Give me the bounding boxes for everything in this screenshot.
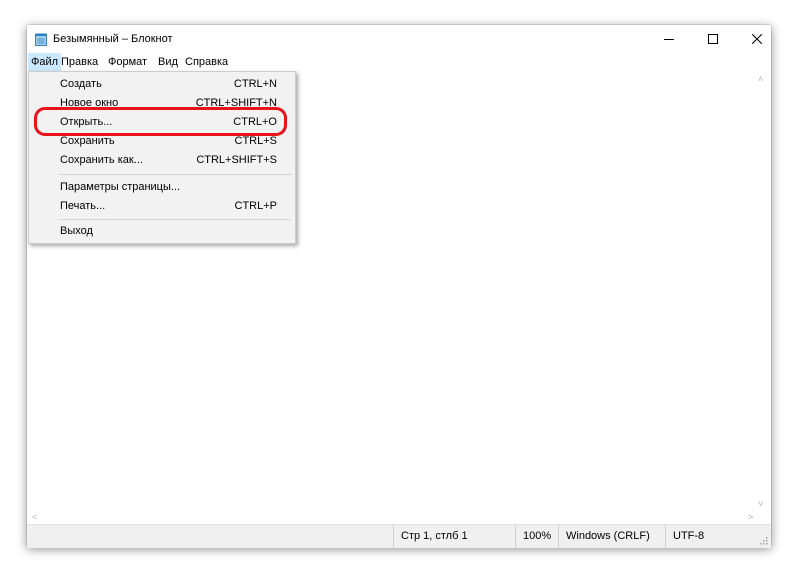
menu-item-save-as[interactable]: Сохранить как... CTRL+SHIFT+S [31,151,293,170]
minimize-icon [664,39,674,41]
window-title: Безымянный – Блокнот [53,33,173,45]
menu-item-exit[interactable]: Выход [31,222,293,241]
menu-item-label: Сохранить как... [60,154,143,166]
open-highlight-outline [34,107,287,136]
menu-item-label: Параметры страницы... [60,181,181,193]
vertical-scrollbar[interactable]: ˄ ˅ [754,71,771,512]
maximize-button[interactable] [691,25,735,53]
notepad-icon [35,33,47,46]
status-position: Стр 1, стлб 1 [393,525,468,548]
scroll-right-icon[interactable]: > [748,512,753,522]
maximize-icon [708,34,718,45]
menu-item-page-setup[interactable]: Параметры страницы... [31,178,293,197]
menu-item-shortcut: CTRL+P [234,200,278,212]
menu-help[interactable]: Справка [182,53,231,71]
menu-item-new[interactable]: Создать CTRL+N [31,75,293,94]
status-encoding: UTF-8 [665,525,704,548]
menu-edit[interactable]: Правка [58,53,101,71]
menu-item-label: Печать... [60,200,106,212]
close-button[interactable] [735,25,779,53]
menu-separator [59,174,291,175]
menu-item-shortcut: CTRL+N [233,78,277,90]
menu-item-label: Создать [60,78,102,90]
menu-format[interactable]: Формат [105,53,150,71]
scroll-left-icon[interactable]: < [32,512,37,522]
menu-item-print[interactable]: Печать... CTRL+P [31,197,293,216]
minimize-button[interactable] [647,25,691,53]
menu-bar: Файл Правка Формат Вид Справка [27,53,771,71]
menu-item-label: Выход [60,225,93,237]
scroll-up-icon[interactable]: ˄ [758,74,763,84]
horizontal-scrollbar[interactable]: < > [27,512,771,524]
menu-view[interactable]: Вид [155,53,181,71]
file-menu-dropdown: Создать CTRL+N Новое окно CTRL+SHIFT+N О… [28,71,296,244]
menu-file[interactable]: Файл [28,53,62,71]
status-bar: Стр 1, стлб 1 100% Windows (CRLF) UTF-8 [27,524,771,548]
close-icon [751,33,763,45]
title-bar[interactable]: Безымянный – Блокнот [27,25,771,53]
resize-grip-icon[interactable] [759,536,768,545]
status-line-ending: Windows (CRLF) [558,525,650,548]
status-zoom: 100% [515,525,551,548]
scroll-down-icon[interactable]: ˅ [758,499,763,509]
menu-item-shortcut: CTRL+SHIFT+S [196,154,277,166]
menu-separator [59,219,291,220]
